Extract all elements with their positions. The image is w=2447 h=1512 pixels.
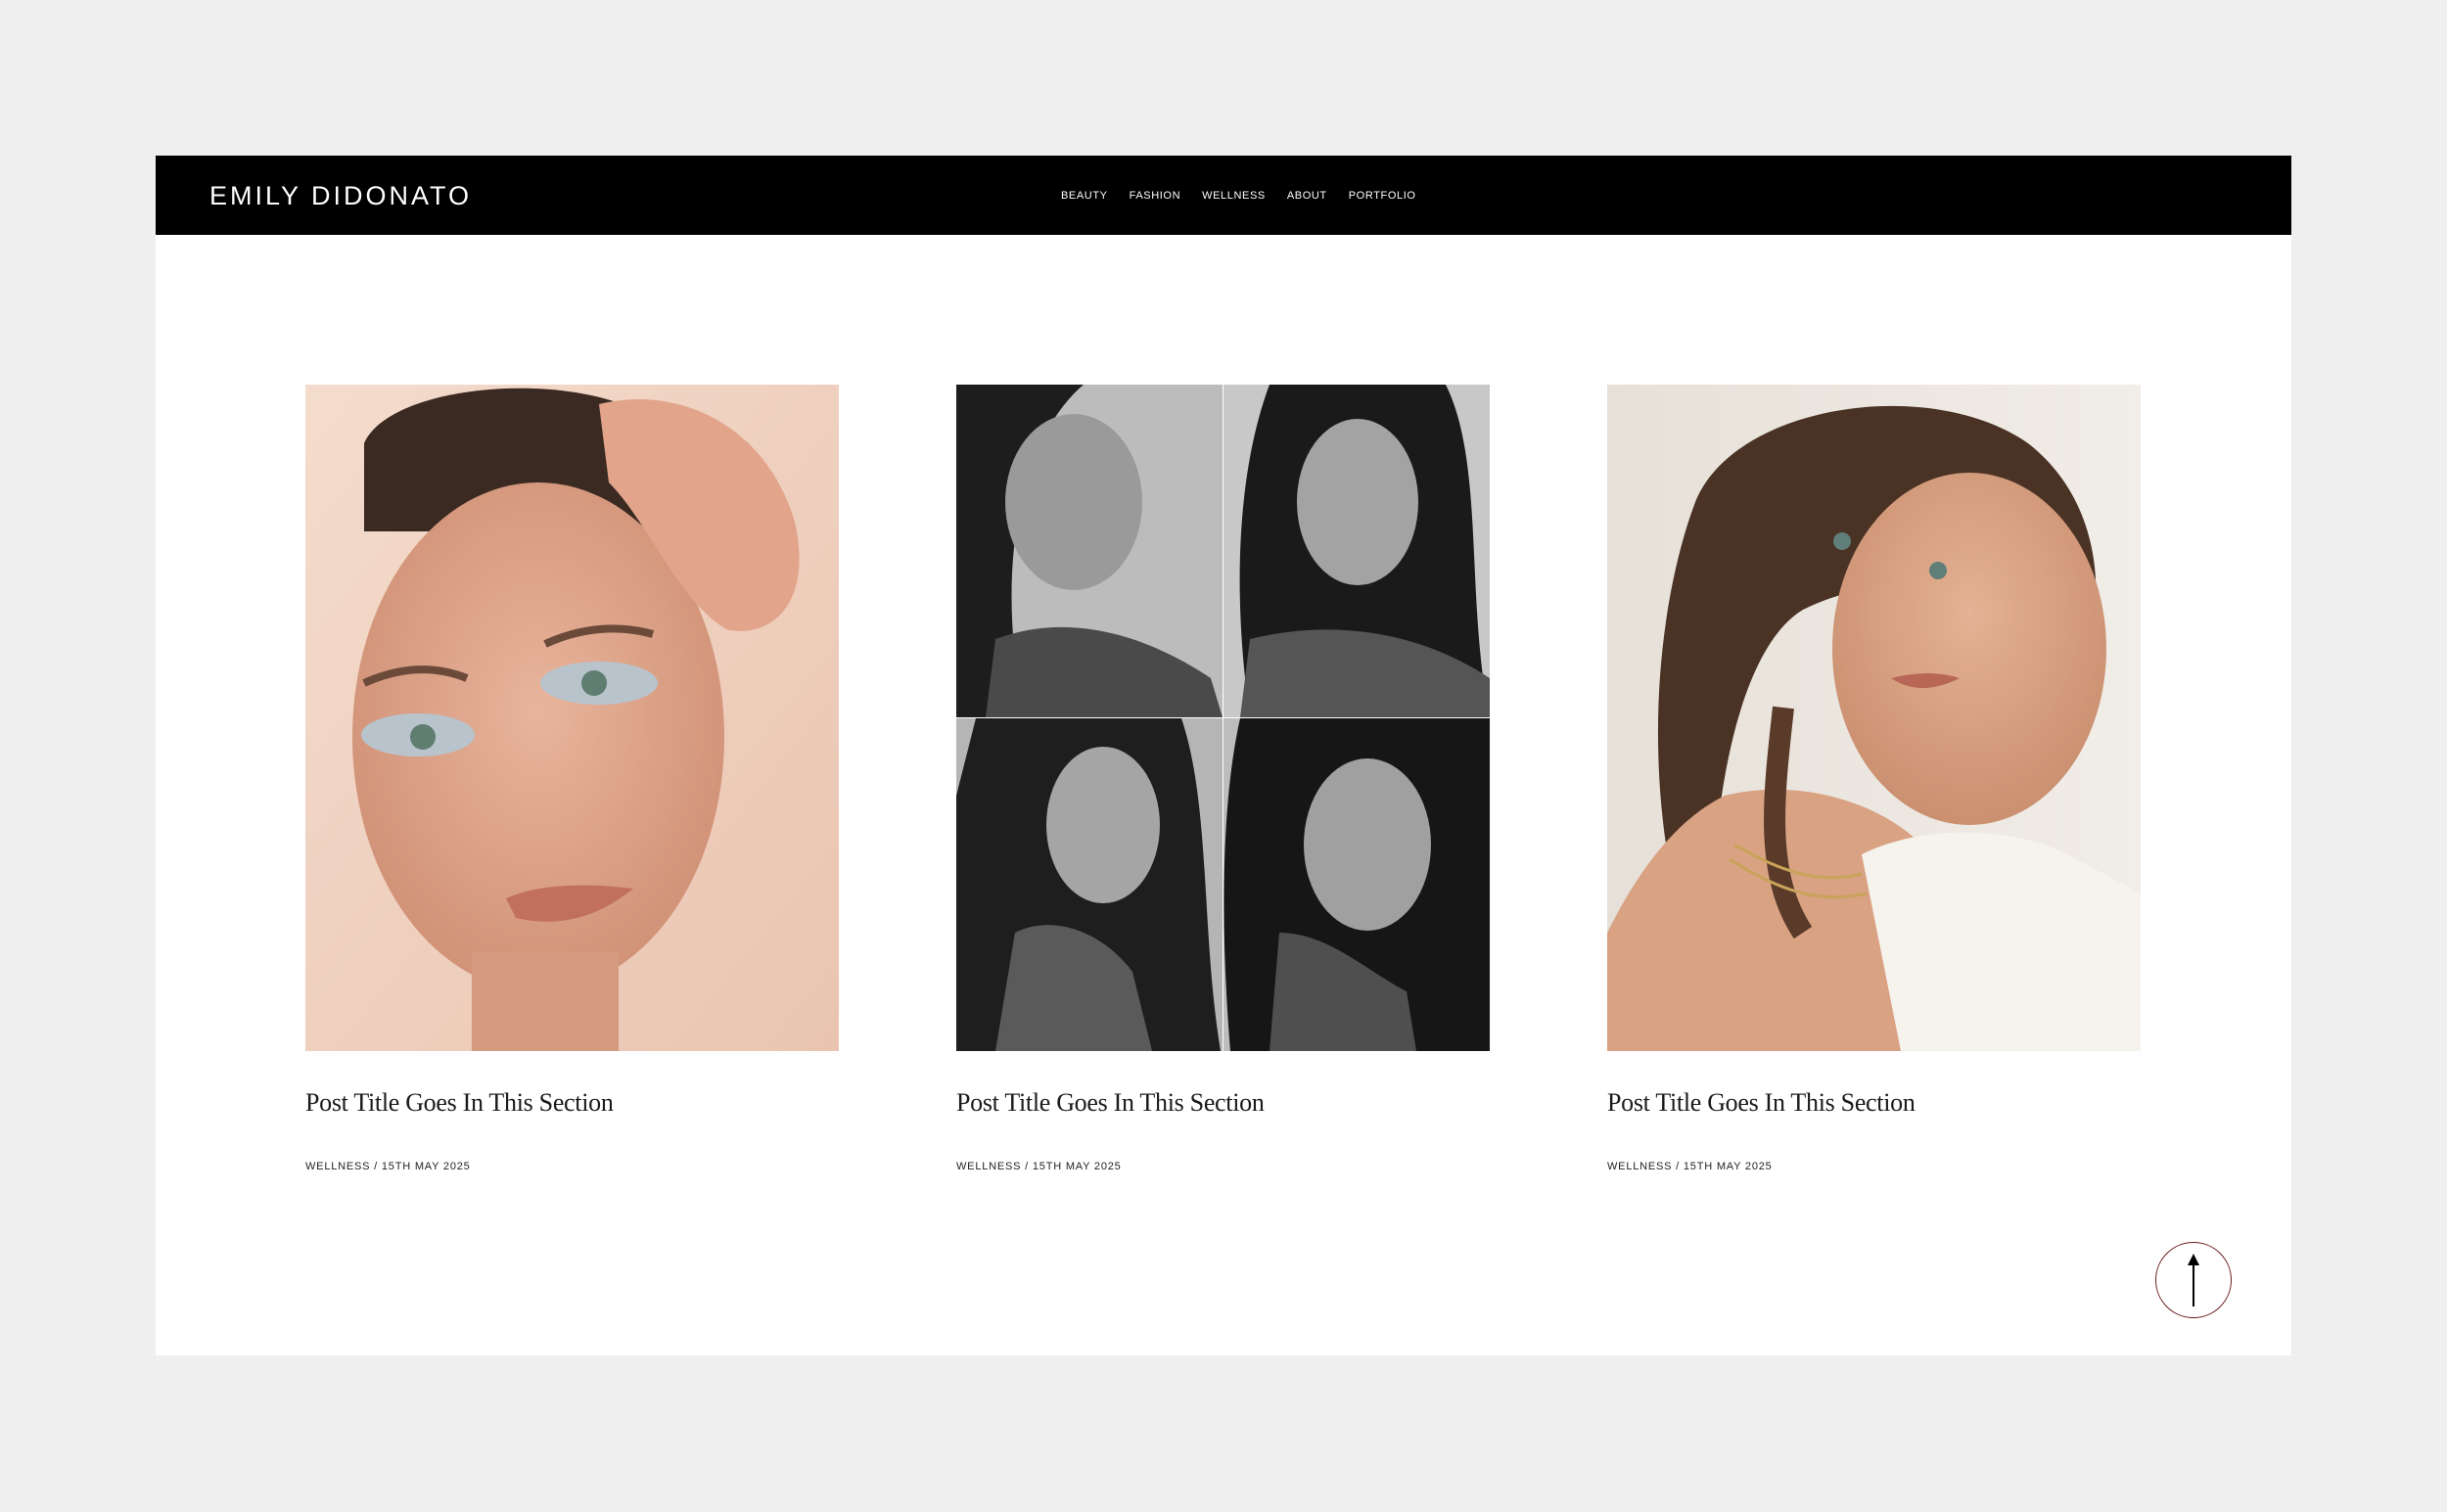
post-card: Post Title Goes In This Section WELLNESS… [956,385,1490,1173]
page-frame: EMILY DIDONATO BEAUTY FASHION WELLNESS A… [156,156,2291,1355]
nav-link-about[interactable]: ABOUT [1287,189,1327,203]
post-meta: WELLNESS / 15TH MAY 2025 [956,1161,1122,1172]
arrow-up-icon [2188,1254,2199,1306]
back-to-top-button[interactable] [2155,1242,2232,1318]
post-meta: WELLNESS / 15TH MAY 2025 [1607,1161,1773,1172]
post-card: Post Title Goes In This Section WELLNESS… [305,385,839,1173]
site-logo[interactable]: EMILY DIDONATO [209,181,472,210]
nav-link-portfolio[interactable]: PORTFOLIO [1349,189,1416,203]
post-card: Post Title Goes In This Section WELLNESS… [1607,385,2141,1173]
nav-link-beauty[interactable]: BEAUTY [1061,189,1108,203]
post-meta: WELLNESS / 15TH MAY 2025 [305,1161,471,1172]
post-image[interactable] [1607,385,2141,1051]
post-image[interactable] [956,385,1490,1051]
nav-link-wellness[interactable]: WELLNESS [1202,189,1266,203]
post-title[interactable]: Post Title Goes In This Section [956,1087,1490,1119]
site-header: EMILY DIDONATO BEAUTY FASHION WELLNESS A… [156,156,2291,235]
post-image[interactable] [305,385,839,1051]
post-title[interactable]: Post Title Goes In This Section [305,1087,839,1119]
main-nav: BEAUTY FASHION WELLNESS ABOUT PORTFOLIO [1061,189,1416,203]
post-title[interactable]: Post Title Goes In This Section [1607,1087,2141,1119]
nav-link-fashion[interactable]: FASHION [1130,189,1181,203]
